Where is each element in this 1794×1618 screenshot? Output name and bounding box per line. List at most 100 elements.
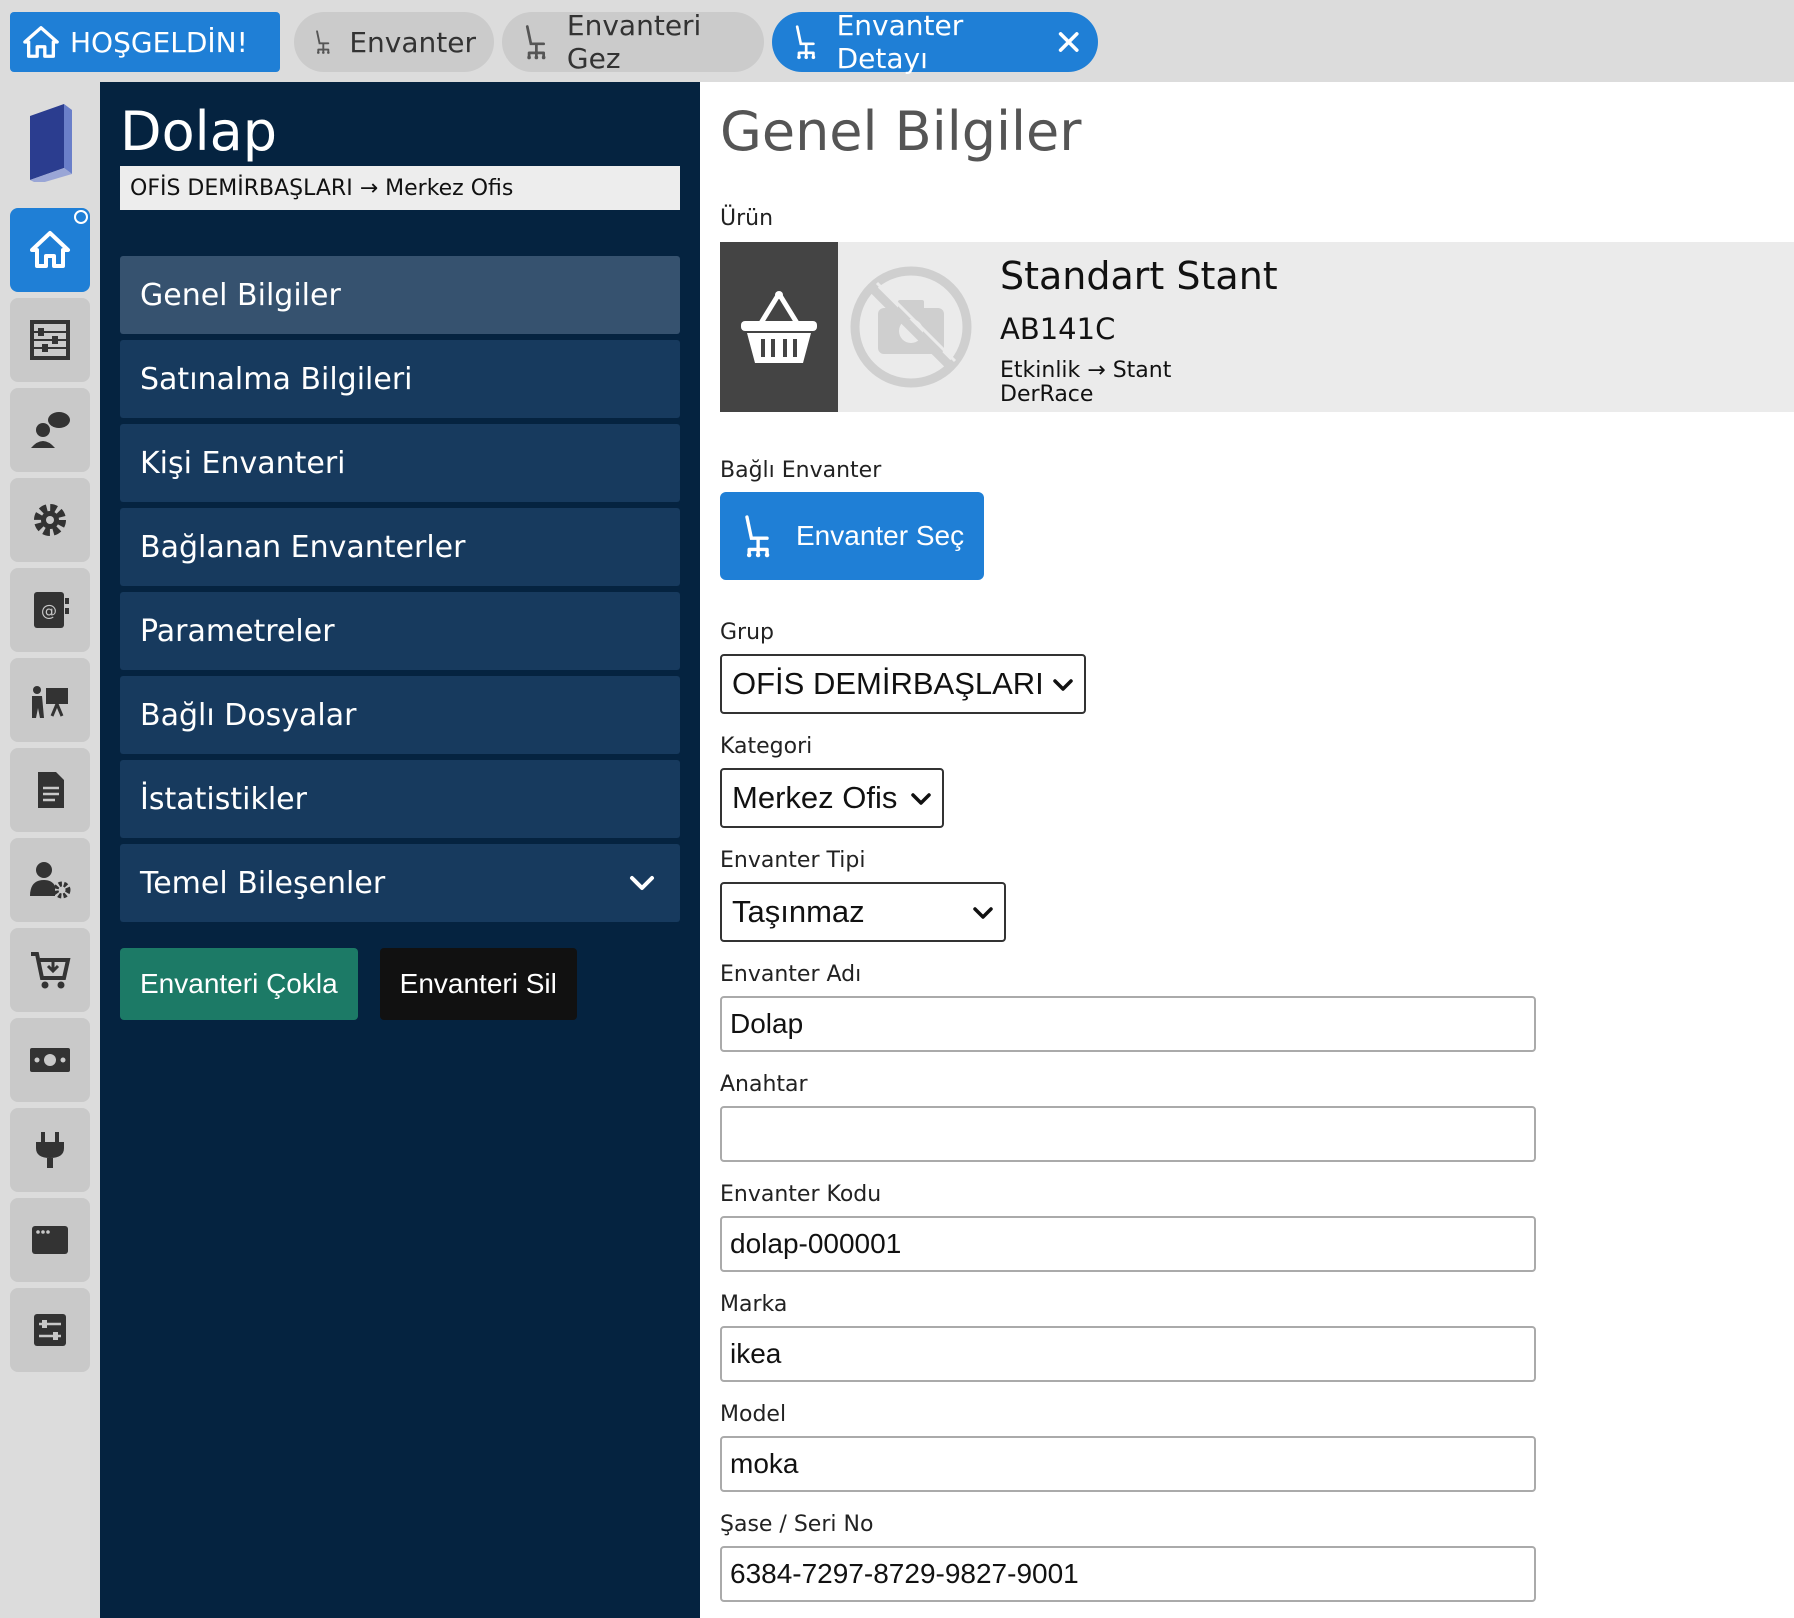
inventory-title: Dolap [120, 100, 277, 163]
category-selected-value: Merkez Ofis [732, 780, 898, 815]
tab-bar: HOŞGELDİN! Envanter Envanteri Gez Envant… [0, 0, 1794, 82]
product-label: Ürün [720, 206, 774, 231]
menu-item-label: Bağlı Dosyalar [140, 697, 357, 733]
tab-label: Envanteri Gez [566, 9, 702, 75]
rail-sliders[interactable] [10, 1288, 90, 1372]
inventory-type-selected-value: Taşınmaz [732, 894, 865, 929]
tab-envanter-detayi[interactable]: Envanter Detayı [772, 9, 1098, 75]
no-image-icon [850, 266, 972, 388]
category-select[interactable]: Merkez Ofis [720, 768, 944, 828]
cart-download-icon [31, 952, 71, 989]
key-input[interactable] [720, 1106, 1536, 1162]
money-bill-icon [30, 1048, 70, 1072]
model-label: Model [720, 1402, 787, 1427]
serial-input[interactable] [720, 1546, 1536, 1602]
menu-item-genel-bilgiler[interactable]: Genel Bilgiler [120, 256, 680, 334]
address-book-icon: @ [34, 592, 69, 628]
gear-icon [34, 504, 66, 536]
delete-inventory-button[interactable]: Envanteri Sil [379, 948, 577, 1020]
menu-item-istatistikler[interactable]: İstatistikler [120, 760, 680, 838]
inventory-sidebar: Dolap OFİS DEMİRBAŞLARI → Merkez Ofis Ge… [100, 82, 700, 1618]
key-label: Anahtar [720, 1072, 808, 1097]
abacus-icon [30, 320, 70, 360]
book-logo-icon [30, 104, 72, 182]
tab-envanter[interactable]: Envanter [294, 12, 494, 72]
serial-label: Şase / Seri No [720, 1512, 874, 1537]
icon-rail: @ [0, 82, 100, 1618]
product-code: AB141C [1000, 312, 1116, 346]
tab-label: Envanter Detayı [836, 9, 964, 75]
rail-money[interactable] [10, 1018, 90, 1102]
sidebar-actions: Envanteri Çokla Envanteri Sil [120, 948, 577, 1020]
user-comment-icon [31, 412, 70, 448]
inventory-name-label: Envanter Adı [720, 962, 862, 987]
product-category: Etkinlik → Stant [1000, 358, 1172, 383]
presentation-icon [32, 686, 68, 718]
inventory-code-label: Envanter Kodu [720, 1182, 882, 1207]
home-icon [30, 231, 70, 268]
sliders-icon [34, 1314, 66, 1346]
product-brand: DerRace [1000, 382, 1094, 407]
plug-icon [36, 1132, 64, 1168]
user-gear-icon [30, 862, 71, 899]
rail-abacus[interactable] [10, 298, 90, 382]
select-inventory-button[interactable]: Envanter Seç [720, 492, 984, 580]
inventory-name-input[interactable] [720, 996, 1536, 1052]
inventory-code-input[interactable] [720, 1216, 1536, 1272]
rail-cart[interactable] [10, 928, 90, 1012]
menu-item-bagli-dosyalar[interactable]: Bağlı Dosyalar [120, 676, 680, 754]
chevron-down-icon [630, 876, 654, 890]
menu-item-temel-bilesenler[interactable]: Temel Bileşenler [120, 844, 680, 922]
window-icon [32, 1226, 68, 1254]
rail-presentation[interactable] [10, 658, 90, 742]
office-chair-icon [316, 30, 330, 54]
group-select[interactable]: OFİS DEMİRBAŞLARI [720, 654, 1086, 714]
menu-item-label: İstatistikler [140, 781, 307, 817]
close-icon[interactable] [1057, 29, 1080, 55]
menu-item-baglanan-envanterler[interactable]: Bağlanan Envanterler [120, 508, 680, 586]
menu-item-label: Temel Bileşenler [140, 865, 386, 901]
rail-home[interactable] [10, 208, 90, 292]
general-info-panel: Genel Bilgiler Ürün Standart Stant AB141… [700, 82, 1794, 1618]
menu-item-label: Genel Bilgiler [140, 277, 341, 313]
model-input[interactable] [720, 1436, 1536, 1492]
tab-home[interactable]: HOŞGELDİN! [10, 12, 280, 72]
rail-plug[interactable] [10, 1108, 90, 1192]
rail-settings[interactable] [10, 478, 90, 562]
select-inventory-label: Envanter Seç [796, 520, 965, 551]
menu-item-parametreler[interactable]: Parametreler [120, 592, 680, 670]
inventory-type-label: Envanter Tipi [720, 848, 866, 873]
chevron-down-icon [973, 907, 993, 919]
linked-inventory-label: Bağlı Envanter [720, 458, 882, 483]
chevron-down-icon [1053, 679, 1073, 691]
menu-item-label: Parametreler [140, 613, 335, 649]
office-chair-icon [745, 515, 770, 558]
clone-inventory-button[interactable]: Envanteri Çokla [120, 948, 358, 1020]
office-chair-icon [795, 25, 816, 60]
brand-input[interactable] [720, 1326, 1536, 1382]
product-card[interactable]: Standart Stant AB141C Etkinlik → Stant D… [720, 242, 1794, 412]
page-title: Genel Bilgiler [720, 100, 1082, 163]
home-icon [23, 26, 59, 58]
breadcrumb: OFİS DEMİRBAŞLARI → Merkez Ofis [120, 166, 680, 210]
category-label: Kategori [720, 734, 813, 759]
svg-text:@: @ [41, 601, 57, 620]
group-selected-value: OFİS DEMİRBAŞLARI [732, 666, 1044, 701]
section-menu: Genel Bilgiler Satınalma Bilgileri Kişi … [120, 256, 680, 928]
brand-label: Marka [720, 1292, 788, 1317]
tab-envanteri-gez[interactable]: Envanteri Gez [502, 9, 764, 75]
menu-item-label: Satınalma Bilgileri [140, 361, 413, 397]
notification-dot [74, 210, 88, 224]
inventory-type-select[interactable]: Taşınmaz [720, 882, 1006, 942]
product-name: Standart Stant [1000, 254, 1278, 298]
tab-label: Envanter [349, 25, 476, 59]
office-chair-icon [525, 25, 546, 60]
rail-window[interactable] [10, 1198, 90, 1282]
rail-document[interactable] [10, 748, 90, 832]
rail-user-comment[interactable] [10, 388, 90, 472]
rail-address-book[interactable]: @ [10, 568, 90, 652]
menu-item-kisi-envanteri[interactable]: Kişi Envanteri [120, 424, 680, 502]
product-thumbnail [720, 242, 838, 412]
rail-user-settings[interactable] [10, 838, 90, 922]
menu-item-satinalma[interactable]: Satınalma Bilgileri [120, 340, 680, 418]
